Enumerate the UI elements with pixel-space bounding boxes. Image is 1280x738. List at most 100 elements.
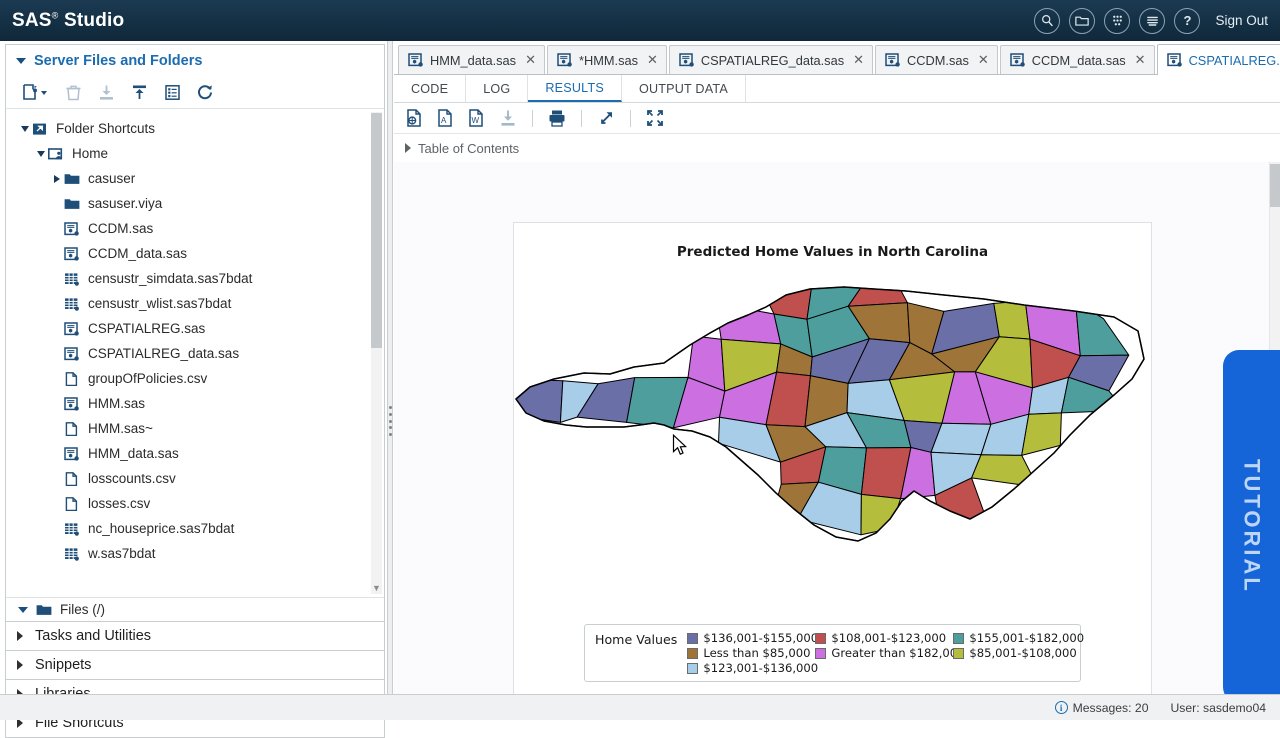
splitter-grip[interactable]: [389, 406, 392, 436]
tree-item-losscounts-csv[interactable]: losscounts.csv: [6, 466, 384, 491]
tree-item-groupofpolicies-csv[interactable]: groupOfPolicies.csv: [6, 366, 384, 391]
app-header: SAS® Studio ? Sign Out: [0, 0, 1280, 41]
chevron-down-icon[interactable]: [18, 607, 28, 613]
chevron-right-icon[interactable]: [405, 143, 411, 153]
tab-code[interactable]: CODE: [394, 75, 466, 102]
file-tree[interactable]: Folder ShortcutsHomecasuser sasuser.viya C…: [6, 110, 384, 597]
tree-item-casuser[interactable]: casuser: [6, 166, 384, 191]
table-of-contents-toggle[interactable]: Table of Contents: [394, 134, 1280, 162]
tab-log[interactable]: LOG: [466, 75, 528, 102]
tutorial-tab[interactable]: TUTORIAL: [1223, 350, 1280, 694]
print-icon[interactable]: [547, 108, 567, 128]
open-in-new-window-icon[interactable]: [596, 108, 616, 128]
tree-root-files-label: Files (/): [60, 602, 105, 617]
chevron-right-icon[interactable]: [50, 175, 64, 183]
tree-item-censustr-simdata-sas7bdat[interactable]: censustr_simdata.sas7bdat: [6, 266, 384, 291]
apps-grid-icon[interactable]: [1104, 8, 1130, 34]
folder-icon: [64, 197, 82, 211]
messages-status[interactable]: i Messages: 20: [1055, 701, 1149, 715]
toolbar-divider: [581, 110, 582, 127]
export-word-icon[interactable]: W: [467, 108, 487, 128]
folder-icon: [36, 603, 54, 616]
open-folder-icon[interactable]: [1069, 8, 1095, 34]
tree-item-label: censustr_wlist.sas7bdat: [88, 296, 231, 311]
close-icon[interactable]: ✕: [978, 52, 989, 68]
editor-tab-cspatialregsas[interactable]: CSPATIALREG.sas✕: [1157, 44, 1280, 75]
tree-item-sasuser-viya[interactable]: sasuser.viya: [6, 191, 384, 216]
sidebar-section-tasks-and-utilities[interactable]: Tasks and Utilities: [5, 622, 385, 651]
editor-tab-hmmsas[interactable]: *HMM.sas✕: [547, 45, 667, 74]
tree-item-censustr-wlist-sas7bdat[interactable]: censustr_wlist.sas7bdat: [6, 291, 384, 316]
chevron-right-icon[interactable]: [17, 631, 23, 641]
upload-button[interactable]: [130, 83, 149, 102]
tree-scrollbar[interactable]: [371, 113, 382, 593]
tree-root-files[interactable]: Files (/): [6, 597, 384, 621]
close-icon[interactable]: ✕: [525, 52, 536, 68]
sas-program-icon: [64, 322, 82, 336]
chevron-down-icon[interactable]: [34, 151, 48, 157]
sidebar-section-snippets[interactable]: Snippets: [5, 651, 385, 680]
help-icon[interactable]: ?: [1174, 8, 1200, 34]
sas-program-icon: [64, 347, 82, 361]
tree-item-ccdm-data-sas[interactable]: CCDM_data.sas: [6, 241, 384, 266]
tree-item-label: HMM.sas~: [88, 421, 153, 436]
close-icon[interactable]: ✕: [647, 52, 658, 68]
export-html-icon[interactable]: [405, 108, 425, 128]
tree-item-nc-houseprice-sas7bdat[interactable]: nc_houseprice.sas7bdat: [6, 516, 384, 541]
download-button[interactable]: [97, 83, 116, 102]
server-files-panel-header[interactable]: Server Files and Folders: [6, 45, 384, 77]
text-file-icon: [64, 497, 82, 511]
results-scrollbar-thumb[interactable]: [1270, 164, 1280, 207]
app-title-brand: SAS: [12, 10, 52, 31]
view-tab-bar: CODE LOG RESULTSOUTPUT DATA: [394, 75, 1280, 103]
tree-item-losses-csv[interactable]: losses.csv: [6, 491, 384, 516]
tree-item-hmm-sas[interactable]: HMM.sas: [6, 391, 384, 416]
sas-program-icon: [64, 222, 82, 236]
tree-item-folder-shortcuts[interactable]: Folder Shortcuts: [6, 116, 384, 141]
legend-entry: $85,001-$108,000: [953, 646, 1084, 660]
text-file-icon: [64, 372, 82, 386]
sas-program-icon: [885, 53, 901, 67]
editor-tab-ccdmsas[interactable]: CCDM.sas✕: [875, 45, 998, 74]
editor-tab-hmm-datasas[interactable]: HMM_data.sas✕: [398, 45, 545, 74]
chevron-down-icon[interactable]: [16, 58, 26, 64]
sign-out-link[interactable]: Sign Out: [1215, 13, 1268, 28]
folder-shortcut-icon: [32, 122, 50, 136]
editor-tab-ccdm-datasas[interactable]: CCDM_data.sas✕: [1000, 45, 1155, 74]
tree-scroll-down-arrow[interactable]: ▼: [371, 581, 382, 594]
tree-item-home[interactable]: Home: [6, 141, 384, 166]
server-files-toolbar: [6, 77, 384, 109]
tree-item-w-sas7bdat[interactable]: w.sas7bdat: [6, 541, 384, 566]
refresh-button[interactable]: [196, 83, 215, 102]
new-file-button[interactable]: [22, 83, 50, 102]
tree-item-hmm-data-sas[interactable]: HMM_data.sas: [6, 441, 384, 466]
tree-item-label: w.sas7bdat: [88, 546, 156, 561]
map-legend: Home Values $136,001-$155,000$108,001-$1…: [584, 624, 1081, 682]
delete-button[interactable]: [64, 83, 83, 102]
tab-results[interactable]: RESULTS: [528, 75, 622, 102]
menu-list-icon[interactable]: [1139, 8, 1165, 34]
tree-item-ccdm-sas[interactable]: CCDM.sas: [6, 216, 384, 241]
sas-program-icon: [679, 53, 695, 67]
tree-item-cspatialreg-data-sas[interactable]: CSPATIALREG_data.sas: [6, 341, 384, 366]
tree-item-hmm-sas[interactable]: HMM.sas~: [6, 416, 384, 441]
close-icon[interactable]: ✕: [1135, 52, 1146, 68]
properties-button[interactable]: [163, 83, 182, 102]
search-icon[interactable]: [1034, 8, 1060, 34]
tree-scrollbar-thumb[interactable]: [371, 113, 382, 348]
tab-output-data[interactable]: OUTPUT DATA: [622, 75, 746, 102]
sidebar-splitter[interactable]: [388, 41, 393, 700]
map-svg: [514, 275, 1153, 585]
maximize-view-icon[interactable]: [645, 108, 665, 128]
editor-tab-cspatialreg-datasas[interactable]: CSPATIALREG_data.sas✕: [669, 45, 873, 74]
folder-icon: [64, 172, 82, 186]
download-results-icon[interactable]: [498, 108, 518, 128]
chevron-right-icon[interactable]: [17, 660, 23, 670]
export-pdf-icon[interactable]: A: [436, 108, 456, 128]
tab-label: LOG: [483, 82, 510, 96]
close-icon[interactable]: ✕: [853, 52, 864, 68]
tree-item-cspatialreg-sas[interactable]: CSPATIALREG.sas: [6, 316, 384, 341]
legend-entry: $136,001-$155,000: [687, 631, 811, 645]
tree-item-label: sasuser.viya: [88, 196, 162, 211]
chevron-down-icon[interactable]: [18, 126, 32, 132]
